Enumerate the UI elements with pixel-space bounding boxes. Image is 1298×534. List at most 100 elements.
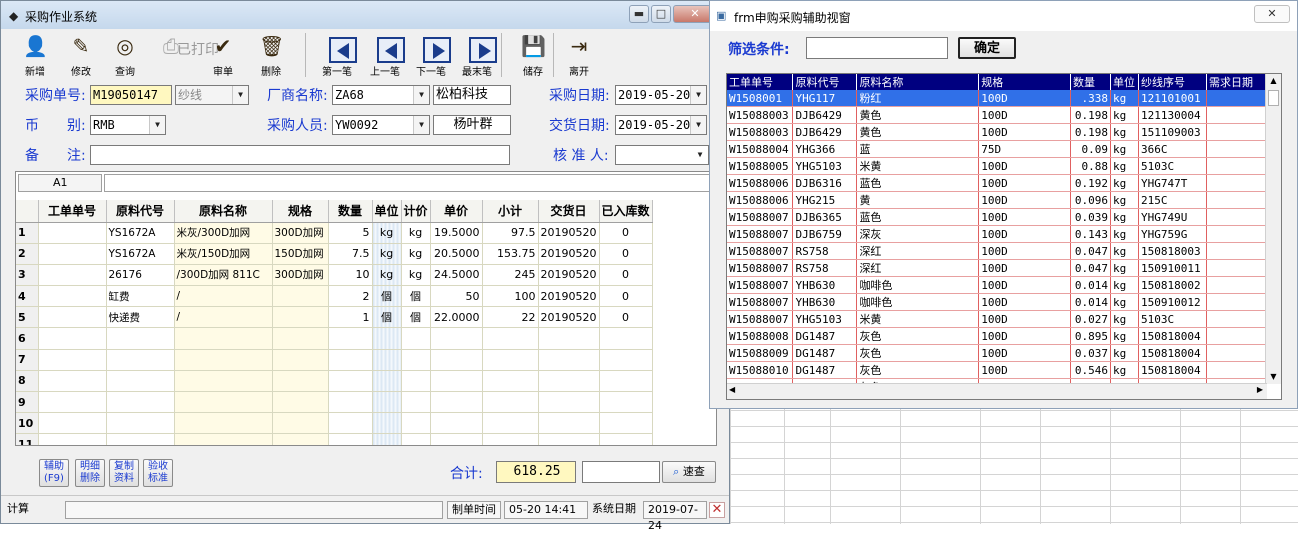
toolbar-button-audit[interactable]: ✔ 审单	[199, 29, 247, 81]
table-row[interactable]: 9	[16, 391, 653, 414]
table-row[interactable]: 8	[16, 370, 653, 393]
column-header[interactable]: 交货日	[538, 200, 600, 223]
horizontal-scrollbar[interactable]: ◀ ▶	[727, 383, 1267, 399]
table-cell[interactable]	[538, 433, 600, 445]
aux-cell[interactable]: YHG117	[792, 90, 858, 107]
table-cell[interactable]	[401, 327, 431, 350]
aux-cell[interactable]: 100D	[978, 242, 1072, 260]
aux-cell[interactable]: kg	[1110, 276, 1139, 294]
column-header[interactable]: 原料代号	[106, 200, 175, 223]
aux-cell[interactable]: DJB6365	[792, 208, 858, 226]
aux-cell[interactable]: 100D	[978, 327, 1072, 345]
aux-cell[interactable]: 100D	[978, 106, 1072, 124]
aux-cell[interactable]: kg	[1110, 140, 1139, 158]
aux-cell[interactable]	[1206, 225, 1268, 243]
table-cell[interactable]: kg	[372, 243, 402, 265]
table-cell[interactable]	[430, 327, 483, 350]
column-header[interactable]: 已入库数	[599, 200, 653, 223]
scroll-up-icon[interactable]: ▲	[1266, 74, 1281, 88]
aux-cell[interactable]: 100D	[978, 174, 1072, 192]
maximize-button[interactable]: □	[651, 5, 671, 23]
scroll-down-icon[interactable]: ▼	[1266, 370, 1281, 384]
aux-cell[interactable]: 75D	[978, 140, 1072, 158]
aux-column-header[interactable]: 数量	[1070, 74, 1111, 90]
aux-cell[interactable]: 咖啡色	[856, 276, 980, 294]
table-cell[interactable]: 20190520	[538, 243, 600, 265]
aux-cell[interactable]: 蓝色	[856, 174, 980, 192]
aux-cell[interactable]: 0.09	[1070, 140, 1111, 158]
aux-cell[interactable]: kg	[1110, 327, 1139, 345]
aux-cell[interactable]: 0.88	[1070, 157, 1111, 175]
aux-cell[interactable]: 5103C	[1138, 157, 1207, 175]
table-cell[interactable]	[38, 243, 107, 265]
table-cell[interactable]	[599, 370, 653, 393]
aux-cell[interactable]: W15088006	[727, 191, 794, 209]
aux-cell[interactable]: .338	[1070, 90, 1111, 107]
aux-row[interactable]: W15088005 YHG5103 米黄 100D 0.88 kg 5103C	[727, 157, 1268, 175]
aux-cell[interactable]: DG1487	[792, 361, 858, 379]
aux-cell[interactable]: YHG759G	[1138, 225, 1207, 243]
aux-cell[interactable]: kg	[1110, 293, 1139, 311]
aux-cell[interactable]: W15088007	[727, 293, 794, 311]
table-cell[interactable]: 97.5	[482, 222, 539, 244]
aux-cell[interactable]: 黄色	[856, 123, 980, 141]
table-cell[interactable]	[328, 370, 373, 393]
aux-cell[interactable]: kg	[1110, 259, 1139, 277]
aux-cell[interactable]: 100D	[978, 208, 1072, 226]
aux-cell[interactable]: W15088007	[727, 242, 794, 260]
approver-select[interactable]: ▼	[615, 145, 709, 165]
table-cell[interactable]	[272, 327, 329, 350]
table-cell[interactable]	[328, 327, 373, 350]
bottom-button-2[interactable]: 复制 资料	[109, 459, 139, 487]
table-cell[interactable]: 1	[328, 306, 373, 329]
aux-cell[interactable]	[1206, 123, 1268, 141]
table-cell[interactable]: 19.5000	[430, 222, 483, 244]
aux-cell[interactable]	[1206, 208, 1268, 226]
toolbar-button-next-record[interactable]: 下一笔	[407, 29, 455, 81]
aux-cell[interactable]	[1206, 106, 1268, 124]
column-header[interactable]: 小计	[482, 200, 539, 223]
column-header[interactable]: 计价	[401, 200, 431, 223]
table-cell[interactable]	[106, 349, 175, 371]
aux-row[interactable]: W15088008 DG1487 灰色 100D 0.895 kg 150818004	[727, 327, 1268, 345]
table-cell[interactable]	[272, 285, 329, 308]
table-cell[interactable]: 22.0000	[430, 306, 483, 329]
currency-select[interactable]: RMB ▼	[90, 115, 166, 135]
aux-row[interactable]: W15088007 YHG5103 米黄 100D 0.027 kg 5103C	[727, 310, 1268, 328]
aux-cell[interactable]: YHG747T	[1138, 174, 1207, 192]
aux-cell[interactable]: 150910011	[1138, 259, 1207, 277]
aux-cell[interactable]	[1206, 174, 1268, 192]
aux-cell[interactable]: YHG749U	[1138, 208, 1207, 226]
aux-cell[interactable]: kg	[1110, 225, 1139, 243]
aux-cell[interactable]: W15088003	[727, 106, 794, 124]
aux-cell[interactable]: 150818004	[1138, 361, 1207, 379]
aux-cell[interactable]: 0.047	[1070, 242, 1111, 260]
aux-cell[interactable]	[1206, 140, 1268, 158]
table-cell[interactable]	[401, 412, 431, 435]
aux-cell[interactable]: RS758	[792, 259, 858, 277]
aux-cell[interactable]: 0.096	[1070, 191, 1111, 209]
aux-cell[interactable]: W15088009	[727, 344, 794, 362]
aux-row[interactable]: W15088007 YHB630 咖啡色 100D 0.014 kg 150818002	[727, 276, 1268, 294]
table-cell[interactable]	[106, 327, 175, 350]
aux-cell[interactable]: DJB6316	[792, 174, 858, 192]
table-row[interactable]: 5 快递费/1 個個 22.0000 22 20190520 0	[16, 306, 653, 329]
aux-column-header[interactable]: 纱线序号	[1138, 74, 1207, 90]
table-cell[interactable]: 0	[599, 243, 653, 265]
table-cell[interactable]	[538, 391, 600, 414]
table-cell[interactable]	[372, 370, 402, 393]
aux-cell[interactable]	[1206, 242, 1268, 260]
quick-search-button[interactable]: ⌕ 速查	[662, 461, 716, 483]
aux-cell[interactable]: 100D	[978, 90, 1072, 107]
table-cell[interactable]	[482, 370, 539, 393]
table-cell[interactable]: 50	[430, 285, 483, 308]
scroll-left-icon[interactable]: ◀	[729, 385, 735, 394]
toolbar-button-person-add[interactable]: 👤 新增	[11, 29, 59, 81]
aux-cell[interactable]: W15088010	[727, 361, 794, 379]
table-cell[interactable]	[430, 349, 483, 371]
table-cell[interactable]	[272, 391, 329, 414]
aux-cell[interactable]: W15088007	[727, 225, 794, 243]
table-cell[interactable]	[401, 433, 431, 445]
table-cell[interactable]	[174, 327, 273, 350]
aux-cell[interactable]: 100D	[978, 123, 1072, 141]
